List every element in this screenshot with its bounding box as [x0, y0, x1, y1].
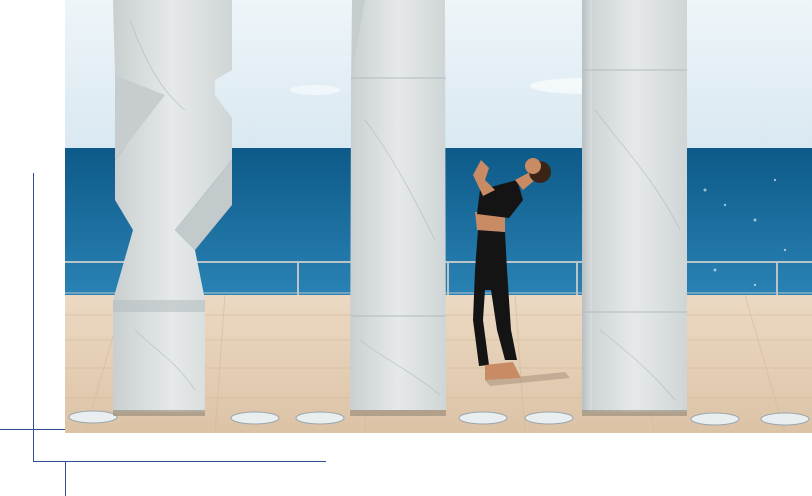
marble-column-right [582, 0, 687, 412]
decor-vertical-line-left [33, 173, 34, 462]
decor-vertical-line-bottom [65, 461, 66, 496]
marble-column-middle [350, 0, 446, 410]
decor-horizontal-line-left [0, 429, 65, 430]
photo-illustration [65, 0, 812, 433]
hero-photo [65, 0, 812, 433]
column-bases [113, 410, 687, 416]
decor-horizontal-line-bottom [33, 461, 326, 462]
image-canvas [0, 0, 812, 496]
cloud [290, 85, 340, 95]
